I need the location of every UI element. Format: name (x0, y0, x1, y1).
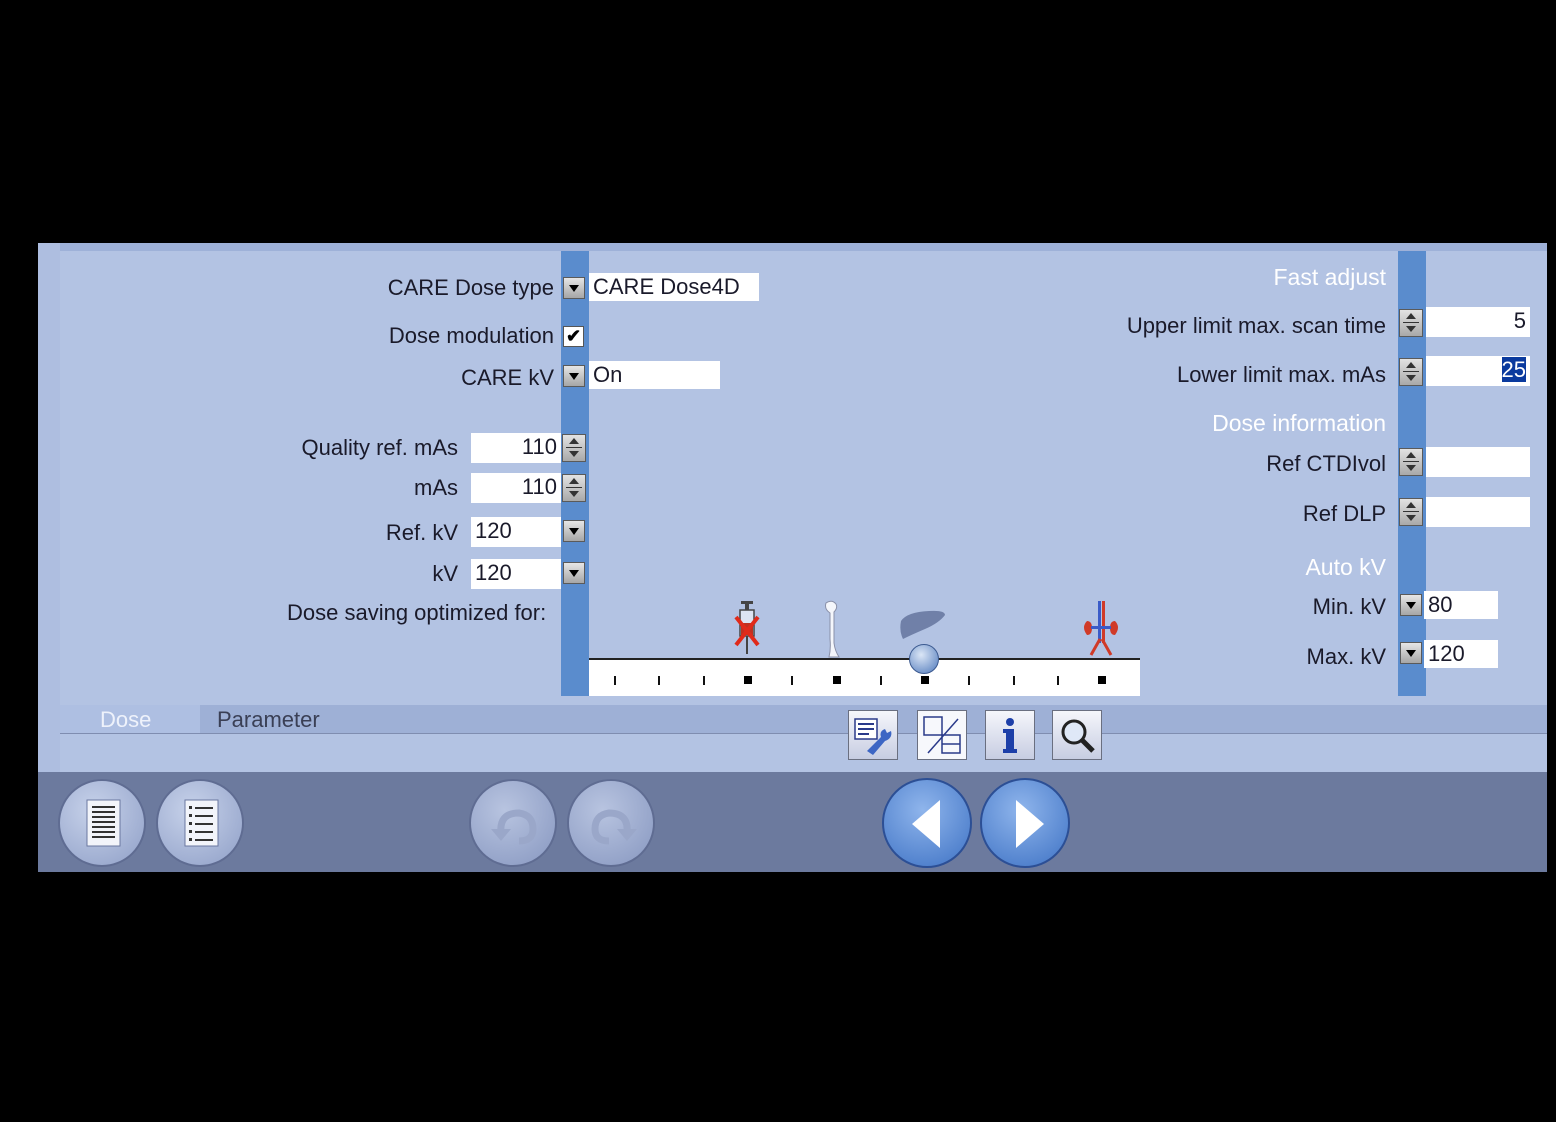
slider-tick (743, 676, 752, 684)
dose-information-heading: Dose information (1212, 410, 1386, 436)
redo-button[interactable] (567, 779, 655, 867)
quality-ref-mas-input[interactable]: 110 (471, 433, 561, 463)
layout-tool-button[interactable] (917, 710, 967, 760)
dose-modulation-checkbox[interactable]: ✔ (563, 326, 584, 347)
max-kv-dropdown-button[interactable] (1400, 642, 1422, 664)
document-button[interactable] (58, 779, 146, 867)
quality-ref-mas-spinner[interactable] (562, 434, 586, 462)
layout-tool-icon (923, 716, 961, 754)
bone-icon[interactable] (819, 599, 845, 659)
quality-ref-mas-label: Quality ref. mAs (301, 435, 458, 460)
settings-tool-button[interactable] (848, 710, 898, 760)
document-icon (86, 799, 121, 847)
vessels-kidney-icon[interactable] (1081, 599, 1121, 657)
lower-limit-max-mas-input[interactable]: 25 (1426, 356, 1530, 386)
min-kv-dropdown-button[interactable] (1400, 594, 1422, 616)
min-kv-select[interactable]: 80 (1424, 591, 1498, 619)
slider-track-line (589, 658, 1140, 660)
fast-adjust-heading: Fast adjust (1273, 264, 1387, 290)
previous-button[interactable] (882, 778, 972, 868)
min-kv-label: Min. kV (1312, 594, 1386, 619)
next-arrow-icon (1016, 800, 1044, 848)
ref-kv-dropdown-button[interactable] (563, 520, 585, 542)
upper-limit-scan-time-input[interactable]: 5 (1426, 307, 1530, 337)
panel-top-border (38, 243, 1547, 251)
care-kv-dropdown-button[interactable] (563, 365, 585, 387)
tab-parameter-label: Parameter (217, 707, 320, 732)
mas-spinner[interactable] (562, 474, 586, 502)
lower-limit-max-mas-selected-text: 25 (1501, 357, 1526, 382)
tab-underline (60, 733, 1547, 734)
auto-kv-heading: Auto kV (1305, 554, 1386, 580)
ref-dlp-input[interactable] (1426, 497, 1530, 527)
ref-ctdivol-spinner[interactable] (1399, 448, 1423, 476)
dose-saving-label: Dose saving optimized for: (287, 600, 547, 625)
slider-tick (879, 676, 882, 685)
checklist-button[interactable] (156, 779, 244, 867)
kv-select[interactable]: 120 (471, 559, 561, 589)
ref-kv-label: Ref. kV (385, 520, 458, 545)
care-dose-type-label: CARE Dose type (387, 275, 554, 300)
slider-tick (921, 676, 930, 684)
slider-tick (614, 676, 616, 685)
checklist-icon (184, 799, 219, 847)
panel-left-edge (38, 243, 60, 772)
ref-dlp-label: Ref DLP (1302, 501, 1386, 526)
undo-icon (491, 809, 537, 845)
kv-label: kV (432, 561, 458, 586)
ref-kv-select[interactable]: 120 (471, 517, 561, 547)
undo-button[interactable] (469, 779, 557, 867)
next-button[interactable] (980, 778, 1070, 868)
slider-tick (1057, 676, 1059, 685)
redo-icon (591, 809, 637, 845)
contrast-syringe-icon[interactable] (731, 599, 763, 657)
lower-limit-max-mas-label: Lower limit max. mAs (1176, 362, 1386, 387)
tab-dose-label: Dose (100, 707, 152, 732)
dose-panel: CARE Dose type CARE Dose4D Dose modulati… (38, 243, 1547, 872)
dose-saving-slider[interactable] (589, 599, 1140, 696)
care-kv-label: CARE kV (461, 365, 554, 390)
upper-limit-scan-time-spinner[interactable] (1399, 309, 1423, 337)
ref-ctdivol-input[interactable] (1426, 447, 1530, 477)
slider-tick (1098, 676, 1107, 684)
slider-tick (658, 676, 661, 685)
care-kv-select[interactable]: On (589, 361, 720, 389)
slider-tick (1012, 676, 1015, 685)
liver-organ-icon[interactable] (899, 609, 949, 643)
dose-modulation-label: Dose modulation (388, 323, 554, 348)
slider-tick (791, 676, 794, 685)
tab-parameter[interactable]: Parameter (200, 705, 340, 733)
slider-tick (968, 676, 971, 685)
magnifier-icon (1061, 719, 1095, 753)
slider-tick (832, 676, 841, 684)
bottom-bar (38, 772, 1547, 872)
magnifier-button[interactable] (1052, 710, 1102, 760)
kv-dropdown-button[interactable] (563, 562, 585, 584)
info-button[interactable] (985, 710, 1035, 760)
care-dose-type-select[interactable]: CARE Dose4D (589, 273, 759, 301)
ref-ctdivol-label: Ref CTDIvol (1266, 451, 1386, 476)
info-icon (1003, 718, 1017, 753)
care-dose-type-dropdown-button[interactable] (563, 277, 585, 299)
slider-tick (702, 676, 705, 685)
mas-input[interactable]: 110 (471, 473, 561, 503)
tab-dose[interactable]: Dose (60, 705, 200, 733)
max-kv-select[interactable]: 120 (1424, 640, 1498, 668)
slider-knob[interactable] (909, 644, 940, 674)
ref-dlp-spinner[interactable] (1399, 498, 1423, 526)
previous-arrow-icon (912, 800, 940, 848)
mas-label: mAs (414, 475, 458, 500)
upper-limit-scan-time-label: Upper limit max. scan time (1126, 313, 1386, 338)
max-kv-label: Max. kV (1306, 644, 1386, 669)
lower-limit-max-mas-spinner[interactable] (1399, 358, 1423, 386)
settings-tool-icon (854, 718, 892, 755)
